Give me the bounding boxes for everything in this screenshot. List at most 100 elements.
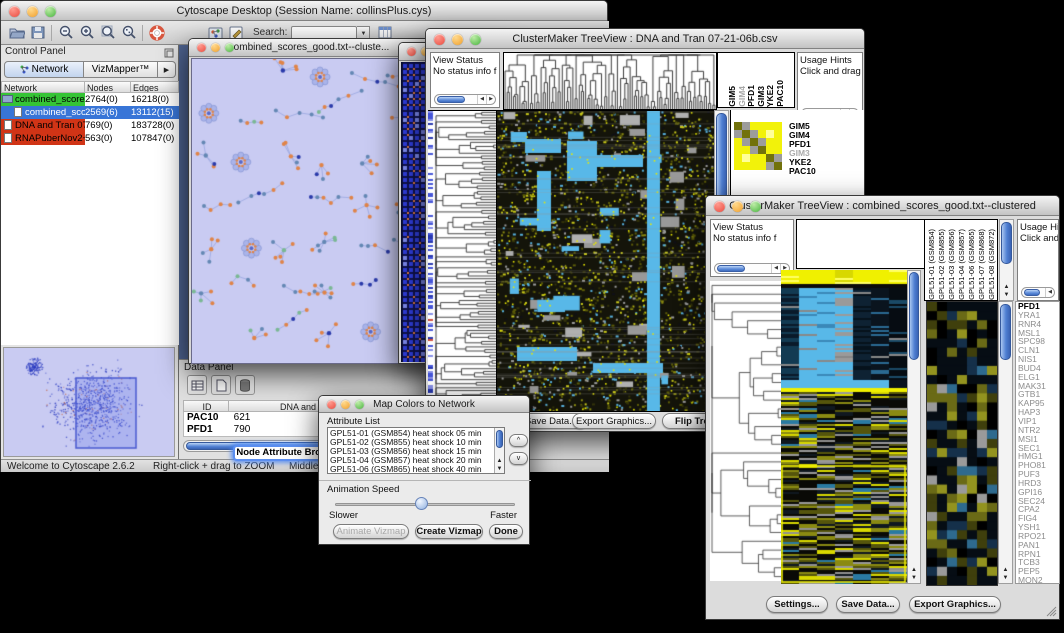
tv1-heatmap-canvas[interactable]: [496, 110, 715, 412]
zoom-in-button[interactable]: [76, 23, 97, 42]
minimize-button[interactable]: [732, 201, 743, 212]
tv2-zoom-heatmap-canvas[interactable]: [926, 301, 998, 586]
matrix-cell[interactable]: [742, 122, 750, 130]
matrix-cell[interactable]: [774, 146, 782, 154]
zoom-button[interactable]: [355, 400, 364, 409]
minimize-button[interactable]: [452, 34, 463, 45]
resize-grip[interactable]: [1045, 605, 1057, 617]
matrix-cell[interactable]: [750, 154, 758, 162]
close-button[interactable]: [9, 6, 20, 17]
close-button[interactable]: [407, 47, 416, 56]
tv1-correlation-matrix[interactable]: [734, 122, 782, 170]
matrix-cell[interactable]: [766, 130, 774, 138]
matrix-cell[interactable]: [758, 162, 766, 170]
matrix-cell[interactable]: [758, 138, 766, 146]
tv2-labels-scrollbar[interactable]: ▲▼: [999, 219, 1014, 301]
close-button[interactable]: [714, 201, 725, 212]
header-edges[interactable]: Edges: [131, 81, 179, 93]
matrix-cell[interactable]: [758, 146, 766, 154]
move-down-button[interactable]: v: [509, 452, 528, 465]
create-vizmap-button[interactable]: Create Vizmap: [415, 524, 483, 539]
tv2-status-scrollbar[interactable]: ◀▶: [714, 263, 790, 274]
save-session-button[interactable]: [27, 23, 48, 42]
treeview2-titlebar[interactable]: ClusterMaker TreeView : combined_scores_…: [706, 196, 1059, 216]
close-button[interactable]: [327, 400, 336, 409]
minimize-button[interactable]: [211, 43, 220, 52]
float-panel-icon[interactable]: [164, 48, 174, 58]
matrix-cell[interactable]: [766, 146, 774, 154]
zoom-button[interactable]: [470, 34, 481, 45]
tv2-settings-button[interactable]: Settings...: [766, 596, 828, 613]
tv2-save-data-button[interactable]: Save Data...: [836, 596, 900, 613]
matrix-cell[interactable]: [758, 122, 766, 130]
close-button[interactable]: [197, 43, 206, 52]
tv1-export-graphics-button[interactable]: Export Graphics...: [572, 413, 656, 429]
matrix-cell[interactable]: [734, 146, 742, 154]
speed-slider-thumb[interactable]: [415, 497, 428, 510]
matrix-cell[interactable]: [742, 146, 750, 154]
minimize-button[interactable]: [341, 400, 350, 409]
new-attribute-button[interactable]: [211, 375, 231, 395]
header-nodes[interactable]: Nodes: [85, 81, 131, 93]
tab-vizmapper[interactable]: VizMapper™: [84, 61, 158, 78]
tv2-zoom-scrollbar[interactable]: ▲▼: [998, 301, 1013, 584]
matrix-cell[interactable]: [750, 138, 758, 146]
zoom-out-button[interactable]: [55, 23, 76, 42]
matrix-cell[interactable]: [742, 130, 750, 138]
matrix-cell[interactable]: [734, 138, 742, 146]
matrix-cell[interactable]: [774, 122, 782, 130]
matrix-cell[interactable]: [774, 130, 782, 138]
close-button[interactable]: [434, 34, 445, 45]
network-list-row[interactable]: RNAPuberNov2+563(0)107847(0): [1, 132, 179, 145]
matrix-cell[interactable]: [750, 130, 758, 138]
matrix-cell[interactable]: [758, 154, 766, 162]
matrix-cell[interactable]: [750, 162, 758, 170]
network-overview-canvas[interactable]: [3, 347, 175, 457]
matrix-cell[interactable]: [774, 138, 782, 146]
matrix-cell[interactable]: [766, 162, 774, 170]
network-list-row[interactable]: combined_sco2569(6)13112(15): [1, 106, 179, 119]
dialog-titlebar[interactable]: Map Colors to Network: [319, 396, 529, 413]
network-list-row[interactable]: DNA and Tran 07769(0)183728(0): [1, 119, 179, 132]
network-list-row[interactable]: combined_scores_2764(0)16218(0): [1, 93, 179, 106]
attribute-list[interactable]: GPL51-01 (GSM854) heat shock 05 minGPL51…: [327, 427, 505, 474]
done-button[interactable]: Done: [489, 524, 523, 539]
zoom-button[interactable]: [750, 201, 761, 212]
header-id[interactable]: ID: [183, 400, 229, 412]
main-titlebar[interactable]: Cytoscape Desktop (Session Name: collins…: [1, 1, 607, 21]
tv2-heatmap-canvas[interactable]: [781, 270, 907, 584]
zoom-button[interactable]: [45, 6, 56, 17]
tv1-status-scrollbar[interactable]: ◀▶: [434, 94, 496, 105]
attribute-list-scrollbar[interactable]: ▲▼: [494, 428, 504, 473]
table-mode-button[interactable]: [187, 375, 207, 395]
move-up-button[interactable]: ^: [509, 434, 528, 447]
matrix-cell[interactable]: [734, 122, 742, 130]
network-graph-canvas[interactable]: [191, 58, 429, 364]
matrix-cell[interactable]: [766, 138, 774, 146]
matrix-cell[interactable]: [734, 162, 742, 170]
matrix-cell[interactable]: [742, 138, 750, 146]
matrix-cell[interactable]: [750, 122, 758, 130]
animate-vizmap-button[interactable]: Animate Vizmap: [333, 524, 409, 539]
tv1-row-dendrogram[interactable]: [428, 110, 496, 412]
matrix-cell[interactable]: [734, 154, 742, 162]
delete-attribute-button[interactable]: [235, 375, 255, 395]
header-network[interactable]: Network: [1, 81, 85, 93]
tv2-export-graphics-button[interactable]: Export Graphics...: [909, 596, 1001, 613]
network-view-titlebar[interactable]: combined_scores_good.txt--cluste...: [189, 39, 429, 57]
tab-overflow-button[interactable]: ▶: [158, 61, 176, 78]
matrix-cell[interactable]: [774, 154, 782, 162]
tv2-row-dendrogram[interactable]: [710, 281, 782, 581]
tv2-hints-scrollbar[interactable]: ◀: [1021, 287, 1055, 298]
matrix-cell[interactable]: [766, 122, 774, 130]
matrix-cell[interactable]: [750, 146, 758, 154]
tab-network[interactable]: Network: [4, 61, 84, 78]
matrix-cell[interactable]: [734, 130, 742, 138]
treeview1-titlebar[interactable]: ClusterMaker TreeView : DNA and Tran 07-…: [426, 29, 864, 49]
matrix-cell[interactable]: [742, 154, 750, 162]
zoom-fit-button[interactable]: [97, 23, 118, 42]
matrix-cell[interactable]: [742, 162, 750, 170]
tv1-column-dendrogram[interactable]: [503, 52, 717, 110]
open-session-button[interactable]: [6, 23, 27, 42]
minimize-button[interactable]: [27, 6, 38, 17]
